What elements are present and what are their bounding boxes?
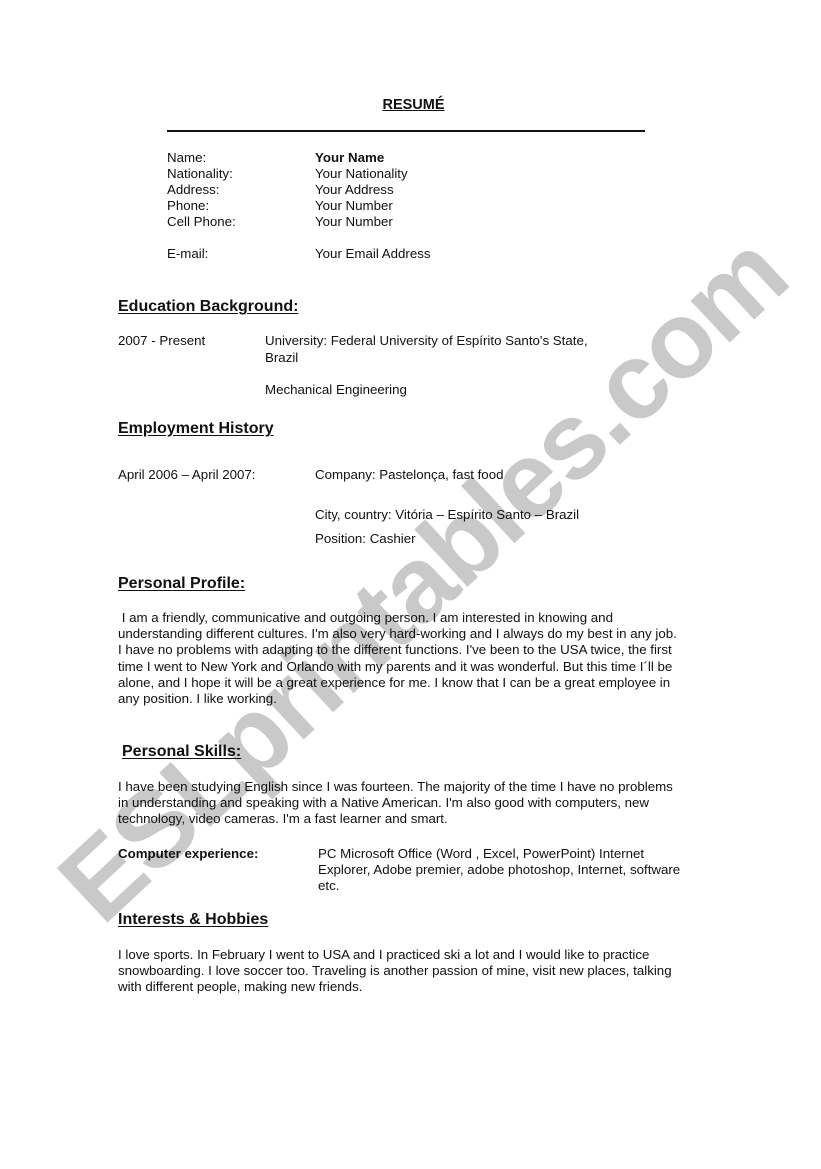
hobbies-line: snowboarding. I love soccer too. Traveli… [118, 963, 672, 979]
skills-heading: Personal Skills: [122, 743, 242, 760]
contact-value-phone: Your Number [315, 198, 393, 213]
profile-paragraph: I am a friendly, communicative and outgo… [118, 610, 718, 707]
contact-value-cell-phone: Your Number [315, 214, 393, 229]
contact-value-email: Your Email Address [315, 246, 431, 261]
education-course: Mechanical Engineering [265, 382, 407, 397]
contact-label-email: E-mail: [167, 246, 209, 261]
profile-line: alone, and I hope it will be a great exp… [118, 674, 671, 690]
hobbies-line: with different people, making new friend… [118, 979, 363, 995]
hobbies-paragraph: I love sports. In February I went to USA… [118, 947, 718, 996]
employment-heading: Employment History [118, 420, 274, 437]
computer-experience-label: Computer experience: [118, 846, 259, 861]
skills-line: technology, video cameras. I'm a fast le… [118, 811, 448, 827]
employment-position: Position: Cashier [315, 531, 416, 546]
skills-line: in understanding and speaking with a Nat… [118, 795, 650, 811]
profile-line: time I went to New York and Orlando with… [118, 658, 673, 674]
skills-line: I have been studying English since I was… [118, 779, 673, 794]
employment-period: April 2006 – April 2007: [118, 467, 256, 482]
computer-experience-line: Explorer, Adobe premier, adobe photoshop… [318, 862, 681, 878]
profile-heading: Personal Profile: [118, 575, 246, 592]
computer-experience-value: PC Microsoft Office (Word , Excel, Power… [318, 846, 680, 895]
profile-line: understanding different cultures. I'm al… [118, 626, 677, 642]
profile-line: I am a friendly, communicative and outgo… [118, 610, 613, 625]
hobbies-heading: Interests & Hobbies [118, 911, 269, 928]
contact-label-phone: Phone: [167, 198, 210, 213]
employment-city: City, country: Vitória – Espírito Santo … [315, 507, 580, 522]
contact-label-nationality: Nationality: [167, 166, 233, 181]
education-university-line2: Brazil [265, 350, 299, 365]
computer-experience-line: etc. [318, 878, 340, 894]
hobbies-line: I love sports. In February I went to USA… [118, 947, 650, 962]
contact-value-address: Your Address [315, 182, 394, 197]
document-title: RESUMÉ [382, 97, 445, 113]
title-divider [167, 130, 645, 132]
education-heading: Education Background: [118, 298, 299, 315]
skills-paragraph: I have been studying English since I was… [118, 779, 718, 828]
contact-label-address: Address: [167, 182, 220, 197]
contact-label-name: Name: [167, 150, 207, 165]
education-period: 2007 - Present [118, 333, 206, 348]
education-university-line1: University: Federal University of Espíri… [265, 333, 588, 348]
contact-value-name: Your Name [315, 150, 385, 165]
profile-line: I have no problems with adapting to the … [118, 642, 672, 658]
profile-line: any position. I like working. [118, 691, 277, 707]
employment-company: Company: Pastelonça, fast food [315, 467, 504, 482]
contact-value-nationality: Your Nationality [315, 166, 408, 181]
computer-experience-line: PC Microsoft Office (Word , Excel, Power… [318, 846, 645, 861]
contact-label-cell-phone: Cell Phone: [167, 214, 236, 229]
